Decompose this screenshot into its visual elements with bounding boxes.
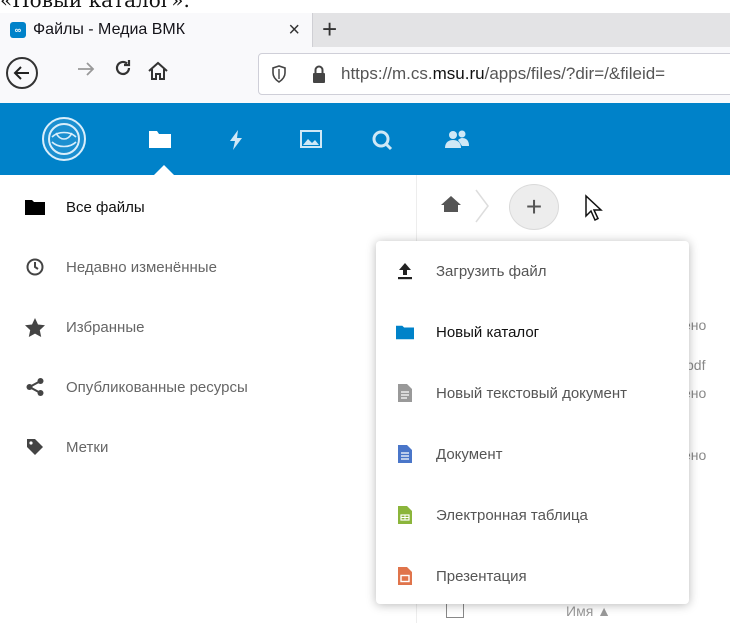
new-item-menu: Загрузить файл Новый каталог Новый текст… [376,241,689,604]
sidebar-item-label: Опубликованные ресурсы [66,378,248,396]
tag-icon [24,438,46,456]
sidebar-item-shares[interactable]: Опубликованные ресурсы [0,357,416,417]
star-icon [24,317,46,337]
msu-cmc-logo[interactable] [42,117,86,161]
forward-button[interactable] [76,59,96,85]
home-icon [148,61,168,80]
breadcrumb-home[interactable] [440,195,462,218]
sidebar-item-recent[interactable]: Недавно изменённые [0,237,416,297]
active-app-indicator [154,165,174,175]
menu-item-new-presentation[interactable]: Презентация [376,546,689,606]
gallery-icon[interactable] [300,129,322,154]
sidebar-item-favorites[interactable]: Избранные [0,297,416,357]
folder-icon [396,324,414,340]
text-file-icon [396,384,414,402]
sidebar-item-tags[interactable]: Метки [0,417,416,477]
sidebar-item-all-files[interactable]: Все файлы [0,177,416,237]
menu-item-label: Новый текстовый документ [436,384,628,402]
menu-item-label: Новый каталог [436,323,540,341]
menu-item-new-document[interactable]: Документ [376,424,689,484]
breadcrumb-separator [475,189,489,223]
menu-item-new-text-file[interactable]: Новый текстовый документ [376,363,689,423]
sidebar-item-label: Метки [66,438,109,456]
folder-icon [24,199,46,215]
reload-icon [115,60,131,76]
back-button[interactable] [6,57,38,89]
home-icon [441,196,461,212]
lock-icon[interactable] [311,64,327,89]
clock-icon [24,258,46,276]
sidebar-item-label: Избранные [66,318,145,336]
reload-button[interactable] [112,57,134,85]
contacts-icon[interactable] [444,129,470,154]
home-button[interactable] [146,59,170,88]
menu-item-label: Электронная таблица [436,506,588,524]
menu-item-upload[interactable]: Загрузить файл [376,241,689,301]
app-header [0,103,730,175]
document-icon [396,445,414,463]
arrow-left-icon [13,66,29,80]
url-bar[interactable]: https://m.cs.msu.ru/apps/files/?dir=/&fi… [258,53,730,95]
sidebar-item-label: Недавно изменённые [66,258,217,276]
browser-tab-strip: ∞ Файлы - Медиа ВМК × + [0,13,730,47]
menu-item-label: Презентация [436,567,527,585]
caption-fragment: «Новый каталог». [0,0,190,12]
presentation-icon [396,567,414,585]
browser-tab[interactable]: ∞ Файлы - Медиа ВМК × [0,13,313,47]
menu-item-new-spreadsheet[interactable]: Электронная таблица [376,485,689,545]
menu-item-label: Загрузить файл [436,262,547,280]
sidebar: Все файлы Недавно изменённые Избранные О… [0,175,417,623]
menu-item-new-folder[interactable]: Новый каталог [376,302,689,362]
activity-icon[interactable] [228,129,244,156]
search-icon[interactable] [371,129,393,156]
spreadsheet-icon [396,506,414,524]
browser-navbar: https://m.cs.msu.ru/apps/files/?dir=/&fi… [0,47,730,104]
share-icon [24,378,46,396]
nextcloud-favicon-icon: ∞ [10,22,26,38]
url-text[interactable]: https://m.cs.msu.ru/apps/files/?dir=/&fi… [341,64,665,84]
new-button[interactable]: + [509,184,559,230]
sidebar-item-label: Все файлы [66,198,145,216]
shield-icon[interactable] [271,65,287,88]
arrow-right-icon [78,62,95,76]
tab-title: Файлы - Медиа ВМК [33,21,186,38]
upload-icon [396,262,414,280]
mouse-cursor-icon [584,194,604,227]
files-icon[interactable] [148,129,172,154]
new-tab-button[interactable]: + [322,15,337,43]
tab-close-icon[interactable]: × [288,19,300,42]
menu-item-label: Документ [436,445,503,463]
